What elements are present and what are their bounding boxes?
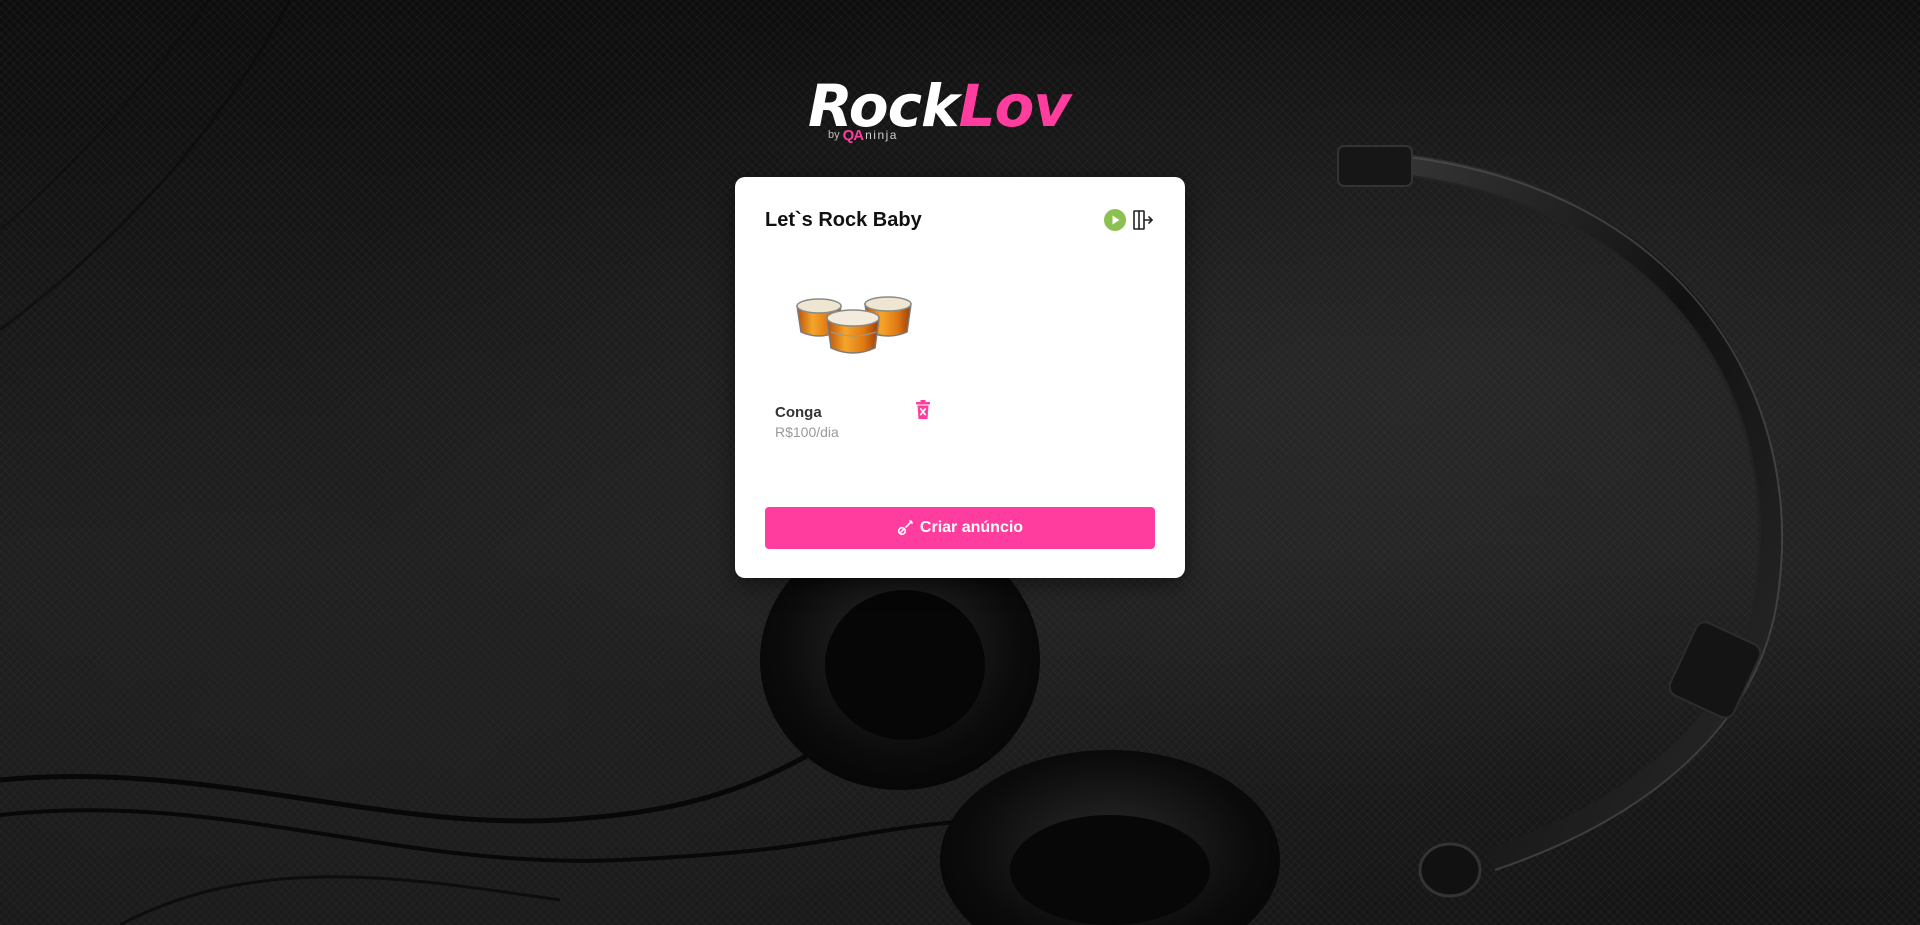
logout-icon xyxy=(1133,210,1153,230)
rocklov-logo: RockLov by QA ninja xyxy=(808,74,1112,150)
card-header: Let`s Rock Baby xyxy=(765,205,1155,235)
logo-qa-text: QA xyxy=(842,126,864,144)
play-button[interactable] xyxy=(1103,208,1127,232)
listing-price: R$100/dia xyxy=(775,424,839,440)
guitar-icon xyxy=(897,520,913,536)
trash-icon[interactable] xyxy=(915,400,931,420)
play-circle-icon xyxy=(1104,209,1126,231)
logo-byline: by QA ninja xyxy=(828,126,898,144)
listing-name: Conga xyxy=(775,404,822,421)
create-listing-label: Criar anúncio xyxy=(919,519,1024,536)
dashboard-card: Let`s Rock Baby Conga R$100/dia Criar an… xyxy=(735,177,1185,578)
list-item[interactable]: Conga R$100/dia xyxy=(765,280,935,450)
logo-lov-text: Lov xyxy=(958,72,1072,140)
create-listing-button[interactable]: Criar anúncio xyxy=(765,507,1155,549)
logo-ninja-text: ninja xyxy=(865,128,898,142)
logout-button[interactable] xyxy=(1131,208,1155,232)
page-title: Let`s Rock Baby xyxy=(765,209,922,231)
conga-drums-image xyxy=(796,296,912,354)
header-actions xyxy=(1103,208,1155,232)
logo-by-text: by xyxy=(828,129,840,141)
